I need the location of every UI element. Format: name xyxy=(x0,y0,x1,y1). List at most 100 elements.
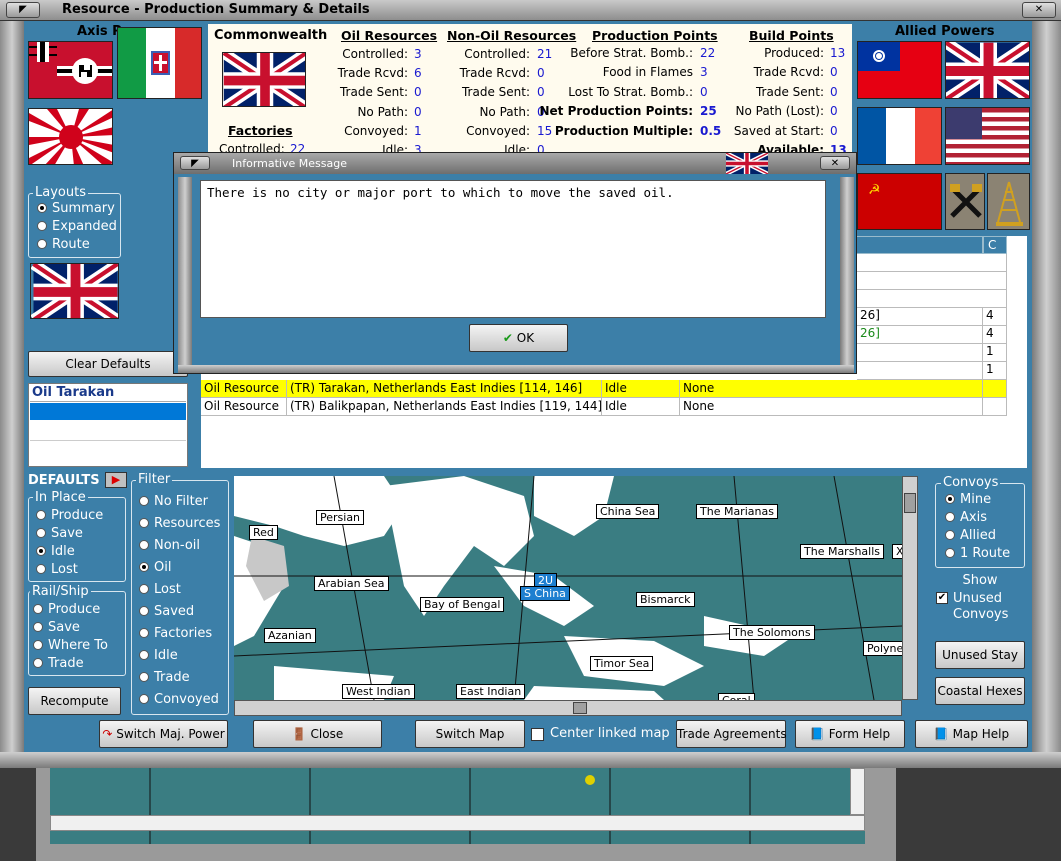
map-horizontal-scroll-thumb[interactable] xyxy=(573,702,587,714)
map-horizontal-scrollbar[interactable] xyxy=(234,700,902,716)
radio-summary[interactable]: Summary xyxy=(37,201,115,216)
map-label-the-marshalls[interactable]: The Marshalls xyxy=(800,544,884,559)
radio-produce[interactable]: Produce xyxy=(33,602,100,617)
radio-button-icon[interactable] xyxy=(33,622,43,632)
map-help-button[interactable]: 📘 Map Help xyxy=(915,720,1028,748)
radio-button-icon[interactable] xyxy=(36,564,46,574)
radio-button-icon[interactable] xyxy=(36,510,46,520)
radio-idle[interactable]: Idle xyxy=(139,648,178,663)
radio-where-to[interactable]: Where To xyxy=(33,638,108,653)
radio-factories[interactable]: Factories xyxy=(139,626,212,641)
tools-icon[interactable] xyxy=(945,173,985,230)
radio-button-icon[interactable] xyxy=(139,496,149,506)
usa-flag[interactable] xyxy=(945,107,1030,165)
radio-resources[interactable]: Resources xyxy=(139,516,220,531)
germany-flag[interactable] xyxy=(28,41,113,99)
recompute-button[interactable]: Recompute xyxy=(28,687,121,715)
map-label-the-solomons[interactable]: The Solomons xyxy=(729,625,815,640)
radio-button-icon[interactable] xyxy=(139,540,149,550)
radio-no-filter[interactable]: No Filter xyxy=(139,494,208,509)
radio-button-icon[interactable] xyxy=(33,658,43,668)
radio-axis[interactable]: Axis xyxy=(945,510,987,525)
radio-button-icon[interactable] xyxy=(139,606,149,616)
map-label-persian[interactable]: Persian xyxy=(316,510,365,525)
map-label-x[interactable]: X xyxy=(892,544,902,559)
background-map[interactable] xyxy=(50,768,865,844)
radio-button-icon[interactable] xyxy=(139,584,149,594)
world-map[interactable]: Persian Red Arabian Sea Bay of Bengal China … xyxy=(234,476,902,700)
china-flag[interactable] xyxy=(857,41,942,99)
radio-button-icon[interactable] xyxy=(37,203,47,213)
radio-button-icon[interactable] xyxy=(37,221,47,231)
radio-save[interactable]: Save xyxy=(36,526,83,541)
dialog-close-button[interactable]: ✕ xyxy=(820,156,850,170)
radio-trade[interactable]: Trade xyxy=(139,670,190,685)
radio-expanded[interactable]: Expanded xyxy=(37,219,117,234)
radio-non-oil[interactable]: Non-oil xyxy=(139,538,200,553)
close-button[interactable]: 🚪 Close xyxy=(253,720,382,748)
map-label-arabian-sea[interactable]: Arabian Sea xyxy=(314,576,389,591)
radio-route[interactable]: Route xyxy=(37,237,90,252)
radio-button-icon[interactable] xyxy=(139,694,149,704)
radio-saved[interactable]: Saved xyxy=(139,604,194,619)
form-help-button[interactable]: 📘 Form Help xyxy=(795,720,905,748)
italy-flag[interactable] xyxy=(117,27,202,99)
japan-flag[interactable] xyxy=(28,108,113,165)
trade-agreements-button[interactable]: Trade Agreements xyxy=(676,720,787,748)
dialog-ok-button[interactable]: ✔ OK xyxy=(469,324,568,352)
map-label-east-indian[interactable]: East Indian xyxy=(456,684,526,699)
radio-button-icon[interactable] xyxy=(139,672,149,682)
radio-button-icon[interactable] xyxy=(33,604,43,614)
radio-lost[interactable]: Lost xyxy=(139,582,181,597)
dialog-menu-button[interactable]: ◤ xyxy=(180,156,210,170)
switch-major-power-button[interactable]: ↷ Switch Maj. Power xyxy=(99,720,228,748)
radio-1-route[interactable]: 1 Route xyxy=(945,546,1010,561)
switch-map-button[interactable]: Switch Map xyxy=(415,720,525,748)
dialog-message-box[interactable]: There is no city or major port to which … xyxy=(200,180,826,318)
coastal-hexes-button[interactable]: Coastal Hexes xyxy=(935,677,1025,705)
radio-button-icon[interactable] xyxy=(37,239,47,249)
radio-allied[interactable]: Allied xyxy=(945,528,996,543)
radio-button-icon[interactable] xyxy=(945,530,955,540)
map-label-west-indian[interactable]: West Indian xyxy=(342,684,415,699)
unused-stay-button[interactable]: Unused Stay xyxy=(935,641,1025,669)
radio-trade[interactable]: Trade xyxy=(33,656,84,671)
radio-produce[interactable]: Produce xyxy=(36,508,103,523)
map-vertical-scroll-thumb[interactable] xyxy=(904,493,916,513)
resource-list-selected-item[interactable] xyxy=(30,403,186,420)
radio-button-icon[interactable] xyxy=(945,494,955,504)
window-menu-button[interactable]: ◤ xyxy=(6,2,40,18)
radio-idle[interactable]: Idle xyxy=(36,544,75,559)
oil-derrick-icon[interactable] xyxy=(987,173,1030,230)
map-label-bay-of-bengal[interactable]: Bay of Bengal xyxy=(420,597,505,612)
map-label-red[interactable]: Red xyxy=(249,525,278,540)
map-label-polynes[interactable]: Polynes xyxy=(863,641,902,656)
map-vertical-scrollbar[interactable] xyxy=(902,476,918,700)
radio-oil[interactable]: Oil xyxy=(139,560,171,575)
france-flag[interactable] xyxy=(857,107,942,165)
radio-button-icon[interactable] xyxy=(139,628,149,638)
radio-convoyed[interactable]: Convoyed xyxy=(139,692,219,707)
radio-button-icon[interactable] xyxy=(945,548,955,558)
window-close-button[interactable]: ✕ xyxy=(1022,2,1056,18)
radio-lost[interactable]: Lost xyxy=(36,562,78,577)
radio-mine[interactable]: Mine xyxy=(945,492,991,507)
radio-button-icon[interactable] xyxy=(139,562,149,572)
map-label-azanian[interactable]: Azanian xyxy=(264,628,316,643)
radio-button-icon[interactable] xyxy=(33,640,43,650)
show-unused-checkbox[interactable]: ✔ xyxy=(936,592,948,604)
center-linked-map-checkbox[interactable] xyxy=(531,728,544,741)
uk-flag[interactable] xyxy=(945,41,1030,99)
map-label-timor-sea[interactable]: Timor Sea xyxy=(590,656,654,671)
clear-defaults-button[interactable]: Clear Defaults xyxy=(28,351,188,377)
radio-button-icon[interactable] xyxy=(945,512,955,522)
radio-button-icon[interactable] xyxy=(36,546,46,556)
radio-save[interactable]: Save xyxy=(33,620,80,635)
map-label-the-marianas[interactable]: The Marianas xyxy=(696,504,778,519)
radio-button-icon[interactable] xyxy=(139,650,149,660)
map-label-s-china[interactable]: S China xyxy=(520,586,570,601)
ussr-flag[interactable]: ☭ xyxy=(857,173,942,230)
radio-button-icon[interactable] xyxy=(139,518,149,528)
background-map-vscrollbar[interactable] xyxy=(850,768,865,815)
map-label-china-sea[interactable]: China Sea xyxy=(596,504,660,519)
